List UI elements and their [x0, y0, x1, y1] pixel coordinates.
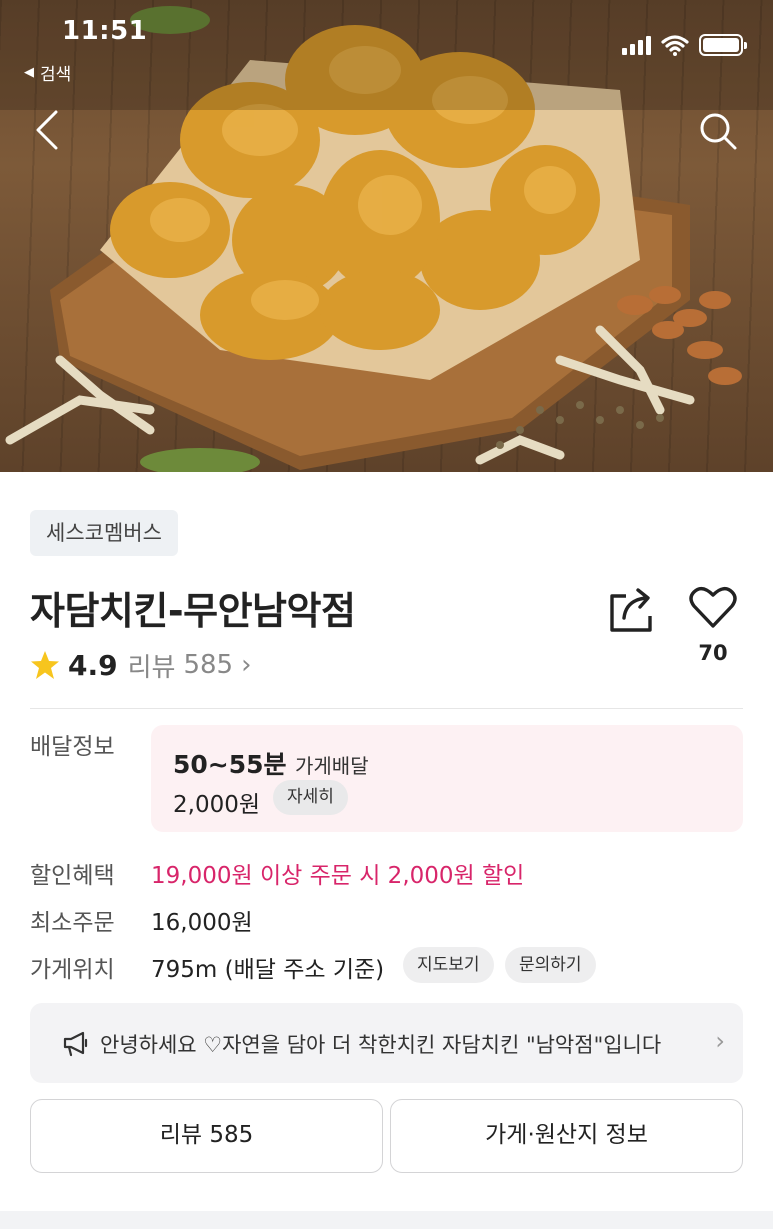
notice-text: 안녕하세요 ♡자연을 담아 더 착한치킨 자담치킨 "남악점"입니다: [100, 1033, 662, 1057]
back-triangle-icon: ◀: [24, 65, 34, 80]
store-name: 자담치킨-무안남악점: [30, 589, 356, 633]
review-count: 585: [183, 650, 234, 680]
back-app-label: 검색: [40, 65, 72, 85]
rating-value: 4.9: [68, 648, 118, 682]
wifi-icon: [661, 35, 689, 56]
min-order-label: 최소주문: [30, 910, 115, 936]
status-bar: 11:51 ◀ 검색: [0, 0, 773, 90]
back-arrow-icon[interactable]: [28, 108, 68, 152]
rating-reviews-link[interactable]: 4.9 리뷰 585 ›: [30, 646, 252, 684]
star-icon: [31, 651, 59, 679]
battery-icon: [699, 34, 747, 56]
delivery-fee: 2,000원: [173, 792, 261, 818]
inquiry-button[interactable]: 문의하기: [505, 947, 596, 983]
megaphone-icon: [63, 1031, 88, 1057]
reviews-button[interactable]: 리뷰 585: [30, 1099, 383, 1173]
share-icon[interactable]: [606, 584, 658, 634]
review-label: 리뷰: [127, 652, 176, 683]
chevron-right-icon: ›: [241, 650, 252, 680]
delivery-info-box: 50~55분 가게배달 2,000원 자세히: [151, 725, 743, 832]
discount-value: 19,000원 이상 주문 시 2,000원 할인: [151, 863, 525, 889]
delivery-type: 가게배달: [295, 754, 369, 778]
map-view-button[interactable]: 지도보기: [403, 947, 494, 983]
delivery-detail-button[interactable]: 자세히: [273, 780, 348, 815]
delivery-time: 50~55분: [173, 750, 287, 779]
location-label: 가게위치: [30, 957, 115, 983]
discount-label: 할인혜택: [30, 863, 115, 889]
back-to-app-link[interactable]: ◀ 검색: [24, 60, 71, 85]
min-order-value: 16,000원: [151, 910, 253, 936]
store-notice[interactable]: 안녕하세요 ♡자연을 담아 더 착한치킨 자담치킨 "남악점"입니다 ›: [30, 1003, 743, 1083]
location-value: 795m (배달 주소 기준): [151, 957, 385, 983]
cellular-signal-icon: [622, 35, 651, 55]
chevron-right-icon: ›: [715, 1027, 725, 1055]
category-tag: 세스코멤버스: [30, 510, 178, 556]
status-time: 11:51: [62, 16, 148, 46]
heart-icon[interactable]: [688, 584, 738, 630]
status-icons: [622, 34, 747, 56]
divider: [30, 708, 743, 709]
search-icon[interactable]: [697, 110, 739, 152]
like-count: 70: [698, 641, 728, 665]
section-separator: [0, 1211, 773, 1229]
delivery-info-label: 배달정보: [30, 734, 115, 760]
store-origin-info-button[interactable]: 가게·원산지 정보: [390, 1099, 743, 1173]
hero-image: 11:51 ◀ 검색: [0, 0, 773, 472]
